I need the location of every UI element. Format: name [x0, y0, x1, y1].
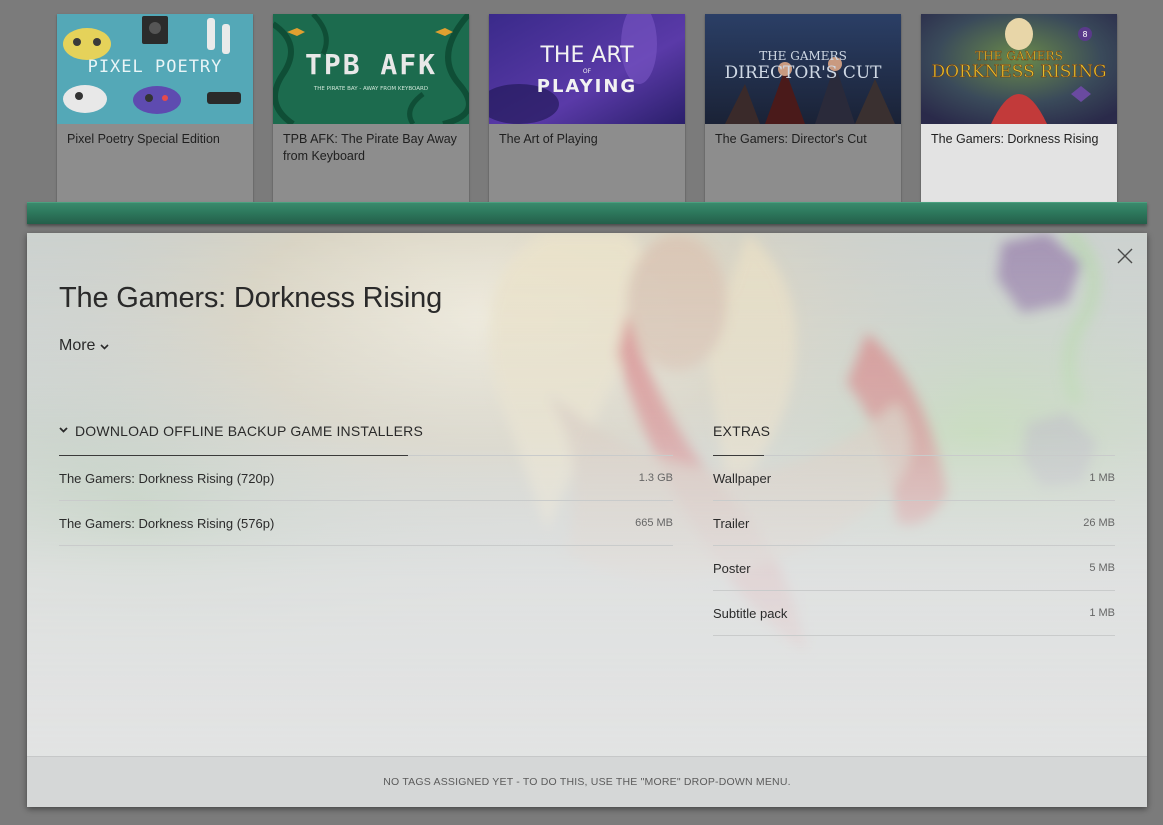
extras-header: EXTRAS	[713, 419, 1115, 456]
section-underline	[713, 455, 764, 456]
game-tile-title: The Gamers: Dorkness Rising	[931, 132, 1099, 146]
download-item-size: 665 MB	[635, 517, 673, 529]
cover-text: PIXEL POETRY	[88, 57, 223, 77]
extra-item[interactable]: Trailer 26 MB	[713, 501, 1115, 546]
game-details-panel: The Gamers: Dorkness Rising More DOWNLOA…	[27, 233, 1147, 807]
cover-text-1: THE ART	[539, 43, 634, 68]
game-tile-title: Pixel Poetry Special Edition	[67, 132, 220, 146]
extra-item-size: 1 MB	[1089, 472, 1115, 484]
extras-heading: EXTRAS	[713, 423, 771, 439]
game-tile-title: The Art of Playing	[499, 132, 598, 146]
cover-text: TPB AFK	[305, 48, 437, 81]
close-icon	[1117, 248, 1133, 264]
game-tile-tpb-afk[interactable]: TPB AFK THE PIRATE BAY - AWAY FROM KEYBO…	[273, 14, 469, 202]
game-cover-tpb-afk: TPB AFK THE PIRATE BAY - AWAY FROM KEYBO…	[273, 14, 469, 124]
more-label: More	[59, 337, 96, 354]
cover-subtext: THE PIRATE BAY - AWAY FROM KEYBOARD	[313, 86, 428, 92]
game-shelf: PIXEL POETRY Pixel Poetry Special Editio…	[0, 0, 1163, 233]
cover-text-2: OF	[583, 68, 592, 75]
chevron-down-icon	[59, 427, 68, 433]
game-cover-gamers-directors-cut: THE GAMERS DIRECTOR'S CUT	[705, 14, 901, 124]
game-tile-title: The Gamers: Director's Cut	[715, 132, 867, 146]
more-dropdown-button[interactable]: More	[59, 337, 110, 355]
active-section-underline	[59, 455, 408, 456]
extra-item-size: 1 MB	[1089, 607, 1115, 619]
extra-item-name: Wallpaper	[713, 470, 772, 486]
downloads-list: The Gamers: Dorkness Rising (720p) 1.3 G…	[59, 455, 673, 546]
game-tile-gamers-directors-cut[interactable]: THE GAMERS DIRECTOR'S CUT The Gamers: Di…	[705, 14, 901, 202]
extra-item[interactable]: Subtitle pack 1 MB	[713, 591, 1115, 636]
extra-item-name: Poster	[713, 560, 751, 576]
cover-text-1: THE GAMERS	[759, 49, 847, 63]
downloads-section: DOWNLOAD OFFLINE BACKUP GAME INSTALLERS …	[59, 419, 673, 546]
game-title: The Gamers: Dorkness Rising	[59, 282, 442, 314]
extra-item[interactable]: Wallpaper 1 MB	[713, 456, 1115, 501]
extra-item-name: Subtitle pack	[713, 605, 788, 621]
cover-text-1: THE GAMERS	[975, 49, 1063, 63]
extra-item-size: 5 MB	[1089, 562, 1115, 574]
extra-item-name: Trailer	[713, 515, 750, 531]
extras-section: EXTRAS Wallpaper 1 MB Trailer 26 MB Post…	[713, 419, 1115, 636]
extra-item-size: 26 MB	[1083, 517, 1115, 529]
download-item-size: 1.3 GB	[638, 472, 673, 484]
download-item-name: The Gamers: Dorkness Rising (720p)	[59, 470, 275, 486]
download-item[interactable]: The Gamers: Dorkness Rising (576p) 665 M…	[59, 501, 673, 546]
game-cover-gamers-dorkness-rising: 8 THE GAMERS DORKNESS RISING	[921, 14, 1117, 124]
game-tile-gamers-dorkness-rising[interactable]: 8 THE GAMERS DORKNESS RISING The Gamers:…	[921, 14, 1117, 202]
cover-text-2: DORKNESS RISING	[931, 62, 1106, 82]
game-cover-pixel-poetry: PIXEL POETRY	[57, 14, 253, 124]
cover-text-2: DIRECTOR'S CUT	[724, 63, 882, 83]
downloads-header[interactable]: DOWNLOAD OFFLINE BACKUP GAME INSTALLERS	[59, 419, 673, 456]
chevron-down-icon	[100, 343, 110, 350]
tags-footer: NO TAGS ASSIGNED YET - TO DO THIS, USE T…	[27, 756, 1147, 807]
download-item-name: The Gamers: Dorkness Rising (576p)	[59, 515, 275, 531]
extra-item[interactable]: Poster 5 MB	[713, 546, 1115, 591]
game-tile-art-of-playing[interactable]: THE ART OF PLAYING The Art of Playing	[489, 14, 685, 202]
svg-text:8: 8	[1082, 30, 1087, 39]
close-button[interactable]	[1115, 246, 1135, 266]
game-tile-pixel-poetry[interactable]: PIXEL POETRY Pixel Poetry Special Editio…	[57, 14, 253, 202]
download-item[interactable]: The Gamers: Dorkness Rising (720p) 1.3 G…	[59, 456, 673, 501]
downloads-heading: DOWNLOAD OFFLINE BACKUP GAME INSTALLERS	[75, 423, 424, 439]
cover-text-3: PLAYING	[537, 76, 637, 97]
extras-list: Wallpaper 1 MB Trailer 26 MB Poster 5 MB…	[713, 455, 1115, 636]
game-cover-art-of-playing: THE ART OF PLAYING	[489, 14, 685, 124]
shelf-bar	[27, 202, 1147, 224]
game-tile-title: TPB AFK: The Pirate Bay Away from Keyboa…	[283, 132, 457, 163]
